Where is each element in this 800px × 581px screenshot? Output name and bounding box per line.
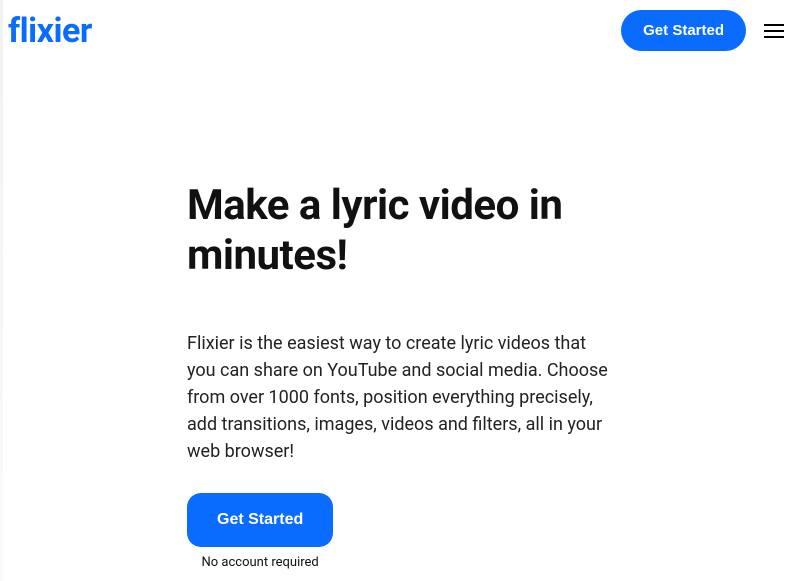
- hero-cta-wrap: Get Started No account required: [187, 493, 333, 570]
- hero-cta-subtext: No account required: [202, 555, 319, 570]
- header-actions: Get Started: [621, 10, 788, 51]
- header-get-started-button[interactable]: Get Started: [621, 10, 746, 51]
- brand-logo[interactable]: flixier: [8, 11, 92, 51]
- site-header: flixier Get Started: [0, 0, 800, 61]
- hero-get-started-button[interactable]: Get Started: [187, 493, 333, 547]
- hero-section: Make a lyric video in minutes! Flixier i…: [0, 61, 620, 570]
- hero-description: Flixier is the easiest way to create lyr…: [187, 330, 617, 465]
- left-edge-shadow: [0, 0, 3, 581]
- hamburger-menu-icon[interactable]: [760, 20, 788, 42]
- hero-heading: Make a lyric video in minutes!: [187, 181, 620, 282]
